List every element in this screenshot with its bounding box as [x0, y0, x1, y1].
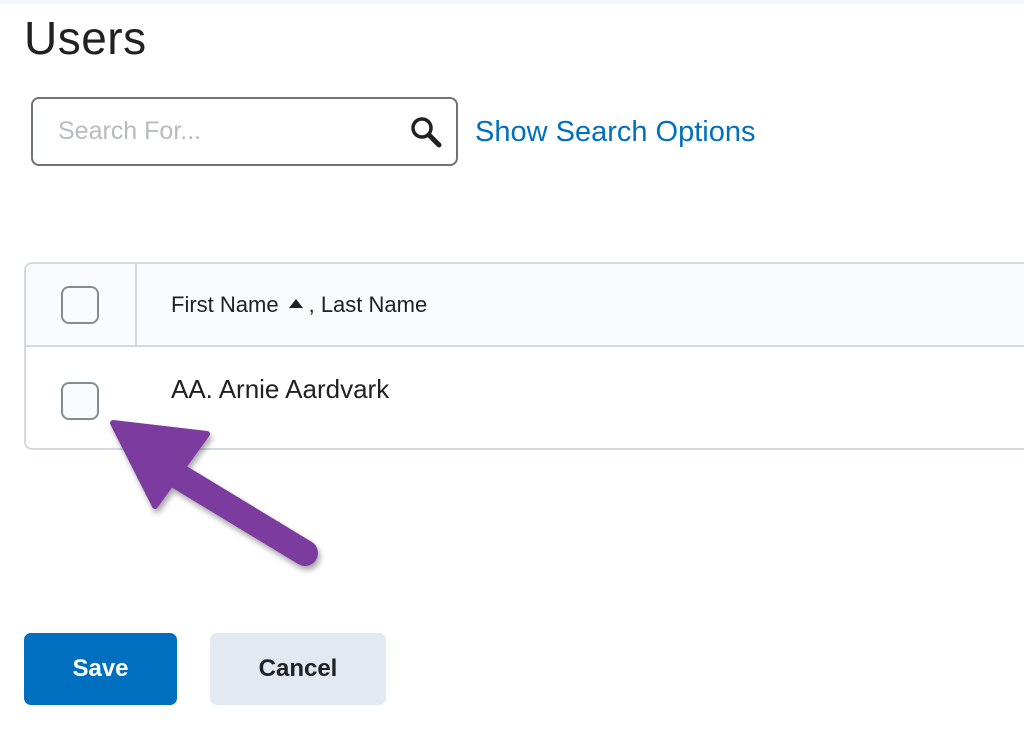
last-name-sort-link[interactable]: Last Name [321, 292, 427, 317]
show-search-options-link[interactable]: Show Search Options [475, 112, 755, 152]
user-name-cell: AA. Arnie Aardvark [171, 374, 390, 404]
cancel-button[interactable]: Cancel [210, 633, 386, 705]
table-header: First Name, Last Name [26, 264, 1024, 347]
name-column-header: First Name, Last Name [171, 290, 427, 320]
search-button[interactable] [404, 110, 448, 154]
annotation-arrow [110, 420, 318, 566]
save-button[interactable]: Save [24, 633, 177, 705]
column-separator: , [308, 292, 315, 317]
top-strip [0, 0, 1024, 4]
search-box [31, 97, 458, 166]
search-input[interactable] [33, 99, 393, 164]
sort-ascending-icon [288, 299, 303, 309]
column-divider [135, 264, 137, 345]
search-icon [411, 117, 442, 148]
row-checkbox[interactable] [61, 382, 99, 420]
first-name-sort-link[interactable]: First Name [171, 292, 279, 317]
select-all-checkbox[interactable] [61, 286, 99, 324]
users-page: Users Show Search Options First Name, La… [0, 0, 1024, 756]
page-title: Users [24, 12, 147, 64]
